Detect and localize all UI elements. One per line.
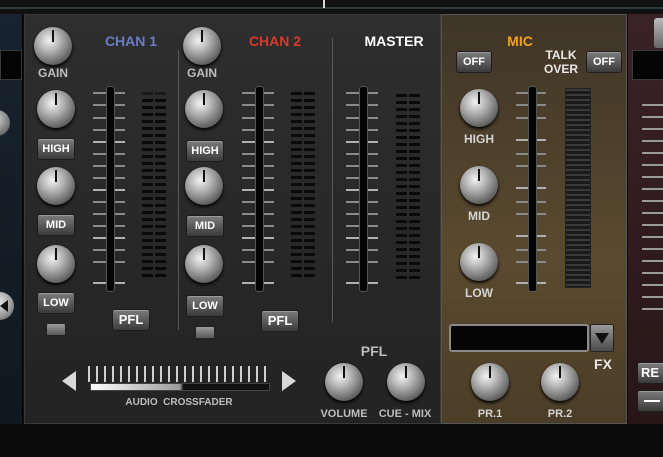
master-level-meter [396, 94, 420, 284]
chan-divider-1 [178, 50, 179, 330]
chevron-down-icon [595, 333, 609, 344]
fx-label: FX [594, 356, 612, 372]
right-deck-pitch-scale [642, 94, 663, 314]
right-deck-minus-button[interactable] [637, 390, 663, 412]
chan2-title: CHAN 2 [248, 33, 302, 49]
right-deck-top-button[interactable] [654, 18, 663, 48]
pfl-cue-mix-label: CUE - MIX [378, 408, 432, 420]
chan1-high-knob[interactable] [37, 90, 75, 128]
mic-pr2-label: PR.2 [547, 408, 573, 420]
left-deck-display [0, 50, 22, 80]
master-title: MASTER [364, 33, 424, 49]
chan2-volume-fader[interactable] [255, 86, 264, 292]
left-deck-prev-button[interactable] [0, 292, 14, 320]
master-volume-fader[interactable] [359, 86, 368, 292]
mic-low-label: LOW [465, 286, 493, 300]
chan2-pfl-button[interactable]: PFL [261, 310, 299, 332]
talkover-label-line2: OVER [543, 62, 578, 76]
chan1-low-button[interactable]: LOW [37, 292, 75, 314]
chan1-kill-toggle[interactable] [46, 323, 66, 336]
right-deck-display [632, 50, 663, 80]
chan1-high-button[interactable]: HIGH [37, 138, 75, 160]
crossfader-right-arrow-icon[interactable] [282, 371, 296, 391]
pfl-volume-label: VOLUME [320, 408, 368, 420]
pfl-volume-knob[interactable] [325, 363, 363, 401]
mic-high-label: HIGH [464, 132, 494, 146]
chan1-mid-knob[interactable] [37, 167, 75, 205]
chan1-gain-label: GAIN [38, 66, 68, 80]
mic-pr2-knob[interactable] [541, 363, 579, 401]
chan2-mid-button[interactable]: MID [186, 215, 224, 237]
mic-pr1-knob[interactable] [471, 363, 509, 401]
mic-title: MIC [507, 33, 533, 49]
crossfader-label: AUDIO CROSSFADER [125, 397, 233, 408]
crossfader-scale [88, 366, 272, 382]
chan2-high-button[interactable]: HIGH [186, 140, 224, 162]
chan1-title: CHAN 1 [104, 33, 158, 49]
fx-select-value [451, 332, 457, 344]
chan-divider-2 [332, 38, 333, 322]
chan2-kill-toggle[interactable] [195, 326, 215, 339]
left-deck-knob[interactable] [0, 110, 10, 136]
mic-high-knob[interactable] [460, 89, 498, 127]
chan2-gain-label: GAIN [187, 66, 217, 80]
chan1-level-meter [142, 92, 166, 282]
chan1-volume-fader[interactable] [106, 86, 115, 292]
chan2-level-meter [291, 92, 315, 282]
chan2-low-knob[interactable] [185, 245, 223, 283]
chan2-high-knob[interactable] [185, 90, 223, 128]
mic-volume-fader[interactable] [528, 86, 537, 292]
mic-mid-knob[interactable] [460, 166, 498, 204]
crossfader-left-arrow-icon[interactable] [62, 371, 76, 391]
chan1-mid-button[interactable]: MID [37, 214, 75, 236]
deck-progress-line [0, 7, 663, 9]
mic-low-knob[interactable] [460, 243, 498, 281]
bottom-strip [0, 424, 663, 457]
mic-off-button[interactable]: OFF [456, 51, 492, 73]
fx-select[interactable] [449, 324, 589, 352]
playhead-marker [323, 0, 325, 8]
chan1-pfl-button[interactable]: PFL [112, 309, 150, 331]
mic-level-meter [565, 88, 591, 288]
chan2-mid-knob[interactable] [185, 167, 223, 205]
fx-dropdown-button[interactable] [590, 324, 614, 352]
play-left-icon [0, 300, 8, 312]
right-deck-re-button[interactable]: RE [637, 362, 663, 384]
mic-pr1-label: PR.1 [477, 408, 503, 420]
left-deck-panel [0, 14, 23, 424]
pfl-cue-mix-knob[interactable] [387, 363, 425, 401]
chan2-low-button[interactable]: LOW [186, 295, 224, 317]
chan1-gain-knob[interactable] [34, 27, 72, 65]
minus-icon [644, 400, 660, 402]
mic-mid-label: MID [468, 209, 490, 223]
chan2-gain-knob[interactable] [183, 27, 221, 65]
pfl-title: PFL [360, 343, 388, 359]
crossfader-track[interactable] [90, 383, 270, 391]
chan1-low-knob[interactable] [37, 245, 75, 283]
right-deck-panel: RE [628, 14, 663, 424]
talkover-off-button[interactable]: OFF [586, 51, 622, 73]
talkover-label-line1: TALK [545, 48, 577, 62]
